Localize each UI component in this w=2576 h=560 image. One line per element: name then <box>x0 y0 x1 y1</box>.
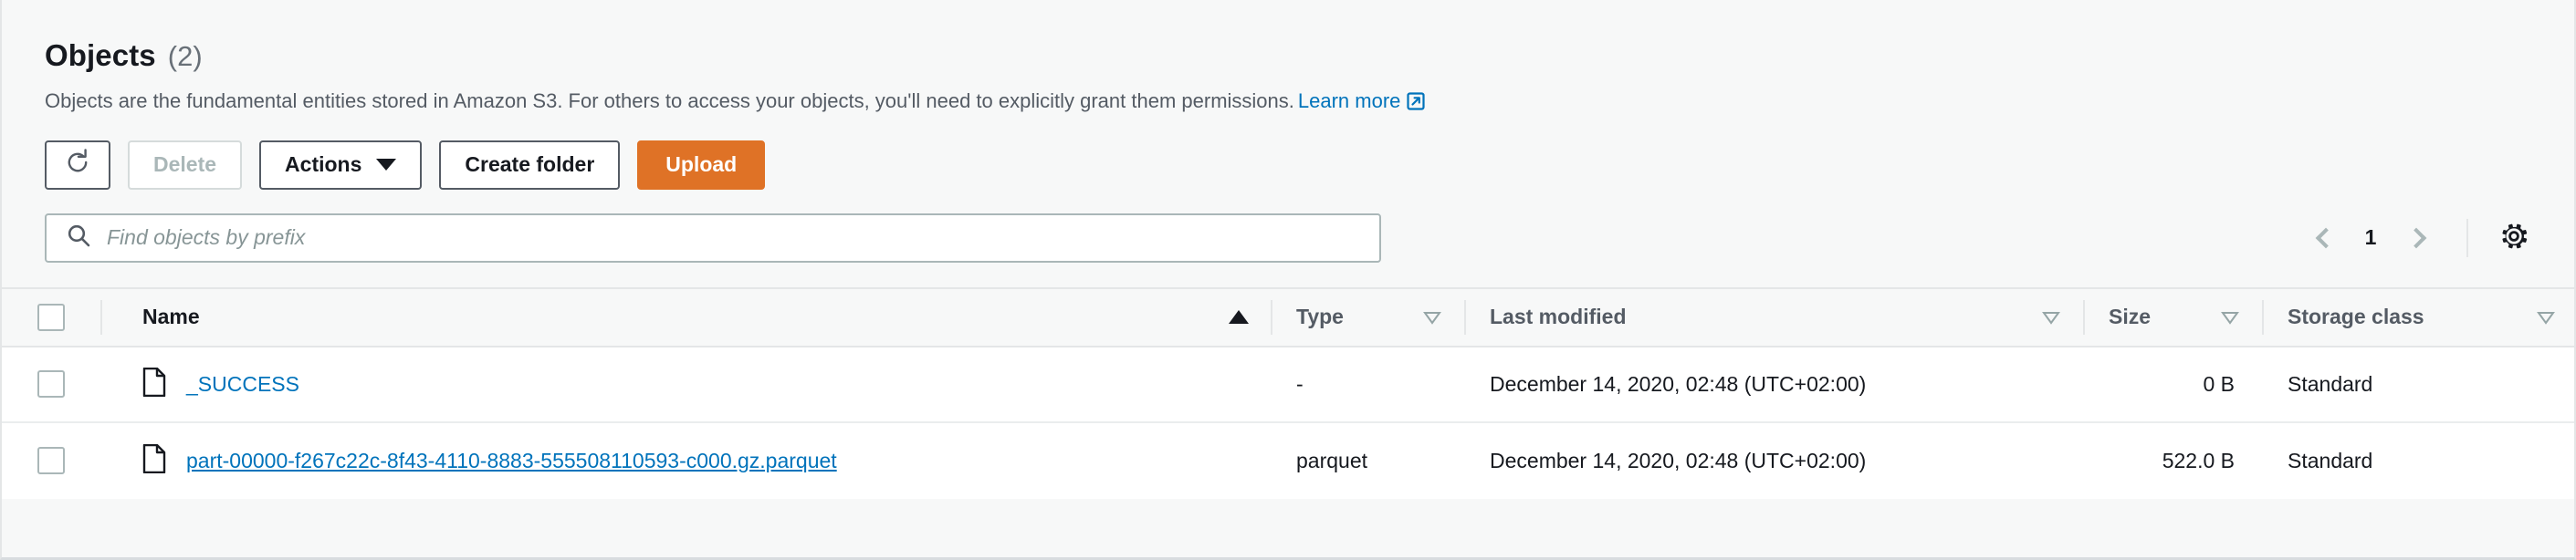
column-header-last-modified-label: Last modified <box>1490 305 1627 329</box>
object-name-link[interactable]: part-00000-f267c22c-8f43-4110-8883-55550… <box>186 449 837 473</box>
object-name-link[interactable]: _SUCCESS <box>186 372 299 397</box>
cell-name: _SUCCESS <box>100 347 1271 421</box>
search-field <box>45 213 1381 263</box>
page-title-text: Objects <box>45 38 156 72</box>
cell-last-modified: December 14, 2020, 02:48 (UTC+02:00) <box>1490 371 1867 396</box>
gear-icon <box>2498 221 2529 254</box>
column-header-name-label: Name <box>142 305 200 329</box>
table-row: part-00000-f267c22c-8f43-4110-8883-55550… <box>2 422 2574 499</box>
column-header-type-label: Type <box>1296 305 1344 329</box>
actions-button[interactable]: Actions <box>259 140 423 190</box>
chevron-right-icon <box>2405 227 2426 249</box>
chevron-down-icon <box>376 159 397 171</box>
cell-name: part-00000-f267c22c-8f43-4110-8883-55550… <box>100 423 1271 499</box>
row-checkbox[interactable] <box>37 447 65 475</box>
cell-size: 522.0 B <box>2162 448 2235 472</box>
description-text: Objects are the fundamental entities sto… <box>45 89 1294 112</box>
cell-last-modified: December 14, 2020, 02:48 (UTC+02:00) <box>1490 448 1867 472</box>
column-header-storage-class-label: Storage class <box>2288 305 2424 329</box>
cell-type: parquet <box>1296 448 1368 472</box>
objects-count: (2) <box>167 40 203 72</box>
chevron-left-icon <box>2315 227 2336 249</box>
pagination-divider <box>2466 218 2468 257</box>
row-select-cell <box>2 370 100 399</box>
external-link-icon <box>1407 90 1426 118</box>
pagination: 1 <box>2297 213 2536 263</box>
search-and-pagination-row: 1 <box>45 213 2574 263</box>
upload-button[interactable]: Upload <box>637 140 766 190</box>
table-row: _SUCCESS - December 14, 2020, 02:48 (UTC… <box>2 347 2574 423</box>
objects-panel: Objects (2) Objects are the fundamental … <box>0 0 2576 560</box>
column-header-last-modified[interactable]: Last modified <box>1464 289 2083 346</box>
page-title: Objects (2) <box>45 40 2574 70</box>
refresh-icon <box>64 148 91 181</box>
settings-button[interactable] <box>2492 216 2536 260</box>
select-all-checkbox[interactable] <box>37 303 65 331</box>
sort-ascending-icon <box>1229 310 1249 325</box>
file-icon <box>142 443 166 478</box>
row-select-cell <box>2 447 100 475</box>
page-number[interactable]: 1 <box>2350 225 2392 250</box>
column-header-storage-class[interactable]: Storage class <box>2262 289 2574 346</box>
file-icon <box>142 367 166 401</box>
actions-button-label: Actions <box>285 152 362 177</box>
sort-inactive-icon-last-modified <box>2041 307 2061 327</box>
cell-storage-class: Standard <box>2288 371 2373 396</box>
row-checkbox[interactable] <box>37 370 65 399</box>
previous-page-button[interactable] <box>2297 213 2350 263</box>
panel-header: Objects (2) Objects are the fundamental … <box>2 0 2574 263</box>
column-header-name[interactable]: Name <box>100 289 1271 346</box>
create-folder-button[interactable]: Create folder <box>439 140 621 190</box>
sort-inactive-icon-type <box>1422 307 1442 327</box>
column-header-size-label: Size <box>2109 305 2152 329</box>
select-all-cell <box>2 303 100 331</box>
column-header-type[interactable]: Type <box>1271 289 1464 346</box>
table-header-row: Name Type Last modified Size Storage cla… <box>2 286 2574 347</box>
objects-table: Name Type Last modified Size Storage cla… <box>2 286 2574 499</box>
sort-inactive-icon-storage-class <box>2536 307 2556 327</box>
panel-description: Objects are the fundamental entities sto… <box>45 88 2574 118</box>
cell-storage-class: Standard <box>2288 448 2373 472</box>
next-page-button[interactable] <box>2392 213 2445 263</box>
refresh-button[interactable] <box>45 140 110 190</box>
action-toolbar: Delete Actions Create folder Upload <box>45 140 2574 190</box>
search-input[interactable] <box>45 213 1381 263</box>
learn-more-link[interactable]: Learn more <box>1298 89 1401 112</box>
column-header-size[interactable]: Size <box>2083 289 2262 346</box>
sort-inactive-icon-size <box>2220 307 2240 327</box>
cell-size: 0 B <box>2203 371 2235 396</box>
cell-type: - <box>1296 371 1304 396</box>
delete-button[interactable]: Delete <box>128 140 243 190</box>
